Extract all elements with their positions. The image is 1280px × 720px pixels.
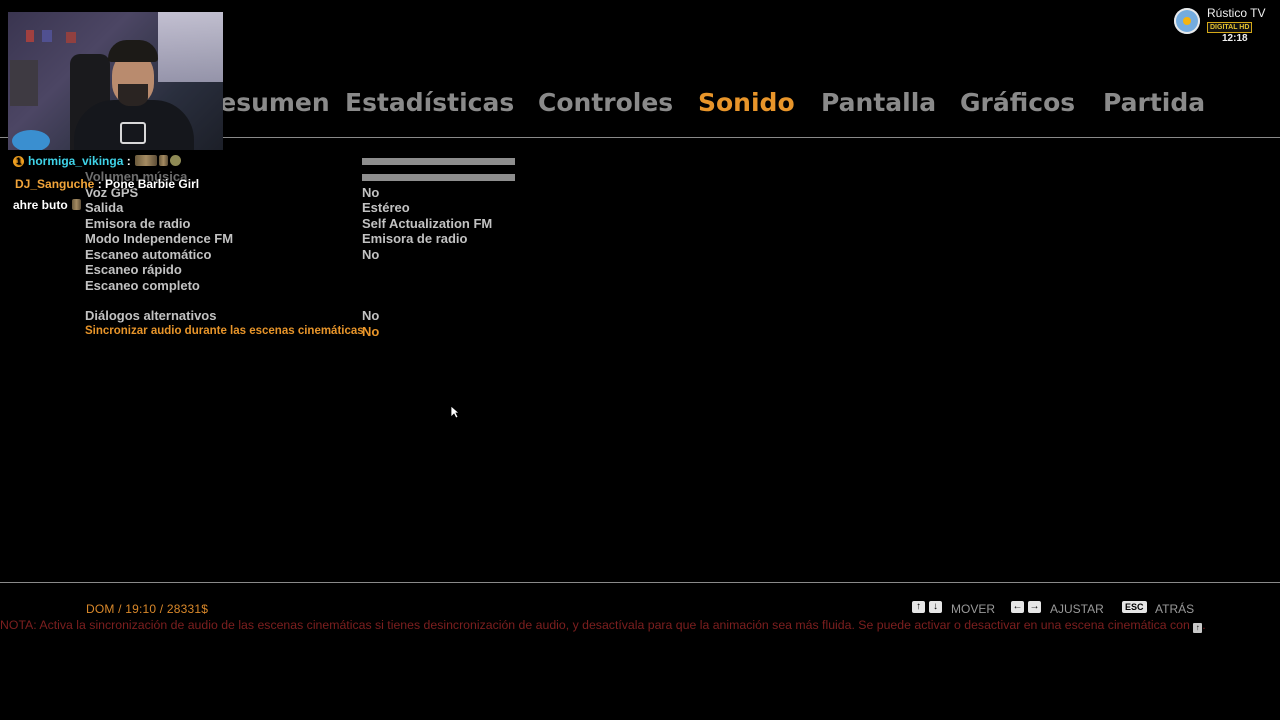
setting-row-emisora[interactable]: Emisora de radio Self Actualization FM: [85, 216, 525, 231]
setting-label: Diálogos alternativos: [85, 308, 217, 323]
channel-tag: DIGITAL HD: [1207, 22, 1253, 33]
chat-emote-icon: [72, 199, 82, 210]
hint-atras[interactable]: ATRÁS: [1155, 602, 1194, 616]
chat-message: ahre buto: [13, 198, 82, 212]
channel-logo: Rústico TV DIGITAL HD 12:18: [1174, 6, 1272, 48]
setting-row-salida[interactable]: Salida Estéreo: [85, 200, 525, 215]
setting-value: Estéreo: [362, 200, 410, 215]
efectos-slider[interactable]: [362, 158, 515, 165]
arrow-down-key-icon: ↓: [929, 601, 942, 613]
webcam-decor: [66, 32, 76, 43]
game-status: DOM / 19:10 / 28331$: [86, 602, 209, 616]
webcam-decor: [26, 30, 34, 42]
tab-estadisticas[interactable]: Estadísticas: [345, 88, 514, 117]
webcam-decor: [42, 30, 52, 42]
setting-row-dialogos[interactable]: Diálogos alternativos No: [85, 308, 525, 323]
argentina-sun-badge-icon: [1174, 8, 1200, 34]
setting-row-independence[interactable]: Modo Independence FM Emisora de radio: [85, 231, 525, 246]
setting-label: Escaneo automático: [85, 247, 212, 262]
chat-message: DJ_Sanguche : Pone Barbie Girl: [15, 177, 199, 191]
chat-message: 1 hormiga_vikinga :: [13, 154, 182, 168]
setting-value: No: [362, 185, 380, 200]
chat-emote-icon: [135, 155, 158, 166]
chat-emote-icon: [170, 155, 182, 166]
webcam-decor: [12, 130, 50, 150]
setting-value: Emisora de radio: [362, 231, 468, 246]
setting-label: Escaneo rápido: [85, 262, 182, 277]
setting-row-escaneo-rapido[interactable]: Escaneo rápido: [85, 262, 525, 277]
setting-value: No: [362, 308, 380, 323]
channel-name: Rústico TV: [1207, 6, 1266, 20]
tab-partida[interactable]: Partida: [1103, 88, 1205, 117]
setting-label: Sincronizar audio durante las escenas ci…: [85, 325, 364, 337]
webcam-decor: [10, 60, 38, 106]
setting-label: Emisora de radio: [85, 216, 191, 231]
setting-label: Salida: [85, 200, 124, 215]
setting-label: Modo Independence FM: [85, 231, 234, 246]
setting-label: Escaneo completo: [85, 278, 200, 293]
webcam-person-beard: [118, 84, 148, 106]
hint-mover: MOVER: [951, 602, 996, 616]
webcam-person-cap: [108, 40, 158, 62]
chat-separator: :: [126, 154, 131, 168]
streamer-webcam: [8, 12, 223, 150]
setting-value: No: [362, 324, 380, 339]
chat-badge-icon: 1: [13, 156, 24, 167]
mouse-pointer-icon: [450, 405, 461, 424]
setting-value: No: [362, 247, 380, 262]
arrow-up-key-icon: ↑: [1193, 623, 1203, 633]
setting-row-escaneo-completo[interactable]: Escaneo completo: [85, 278, 525, 293]
note-text: NOTA: Activa la sincronización de audio …: [0, 618, 1190, 632]
arrow-up-key-icon: ↑: [912, 601, 925, 613]
channel-clock: 12:18: [1222, 33, 1248, 44]
tab-graficos[interactable]: Gráficos: [960, 88, 1075, 117]
chat-username: DJ_Sanguche: [15, 177, 95, 191]
esc-key-icon: ESC: [1122, 601, 1147, 613]
arrow-left-key-icon: ←: [1011, 601, 1024, 613]
tab-sonido[interactable]: Sonido: [698, 88, 795, 117]
bottom-divider: [0, 582, 1280, 583]
volumen-musica-slider[interactable]: [362, 174, 515, 181]
tab-pantalla[interactable]: Pantalla: [821, 88, 936, 117]
setting-value: Self Actualization FM: [362, 216, 493, 231]
chat-text: ahre buto: [13, 198, 68, 212]
note-end: .: [1202, 618, 1206, 632]
arrow-right-key-icon: →: [1028, 601, 1041, 613]
setting-row-escaneo-auto[interactable]: Escaneo automático No: [85, 247, 525, 262]
chat-text: Pone Barbie Girl: [105, 177, 200, 191]
tab-controles[interactable]: Controles: [538, 88, 673, 117]
chat-separator: :: [97, 177, 102, 191]
hint-ajustar[interactable]: AJUSTAR: [1050, 602, 1104, 616]
webcam-window: [158, 12, 223, 82]
chat-emote-icon: [159, 155, 169, 166]
setting-help-note: NOTA: Activa la sincronización de audio …: [0, 617, 1275, 634]
chat-username: hormiga_vikinga: [28, 154, 124, 168]
setting-row-sincronizar[interactable]: Sincronizar audio durante las escenas ci…: [85, 324, 525, 339]
webcam-shirt-logo: [120, 122, 146, 144]
